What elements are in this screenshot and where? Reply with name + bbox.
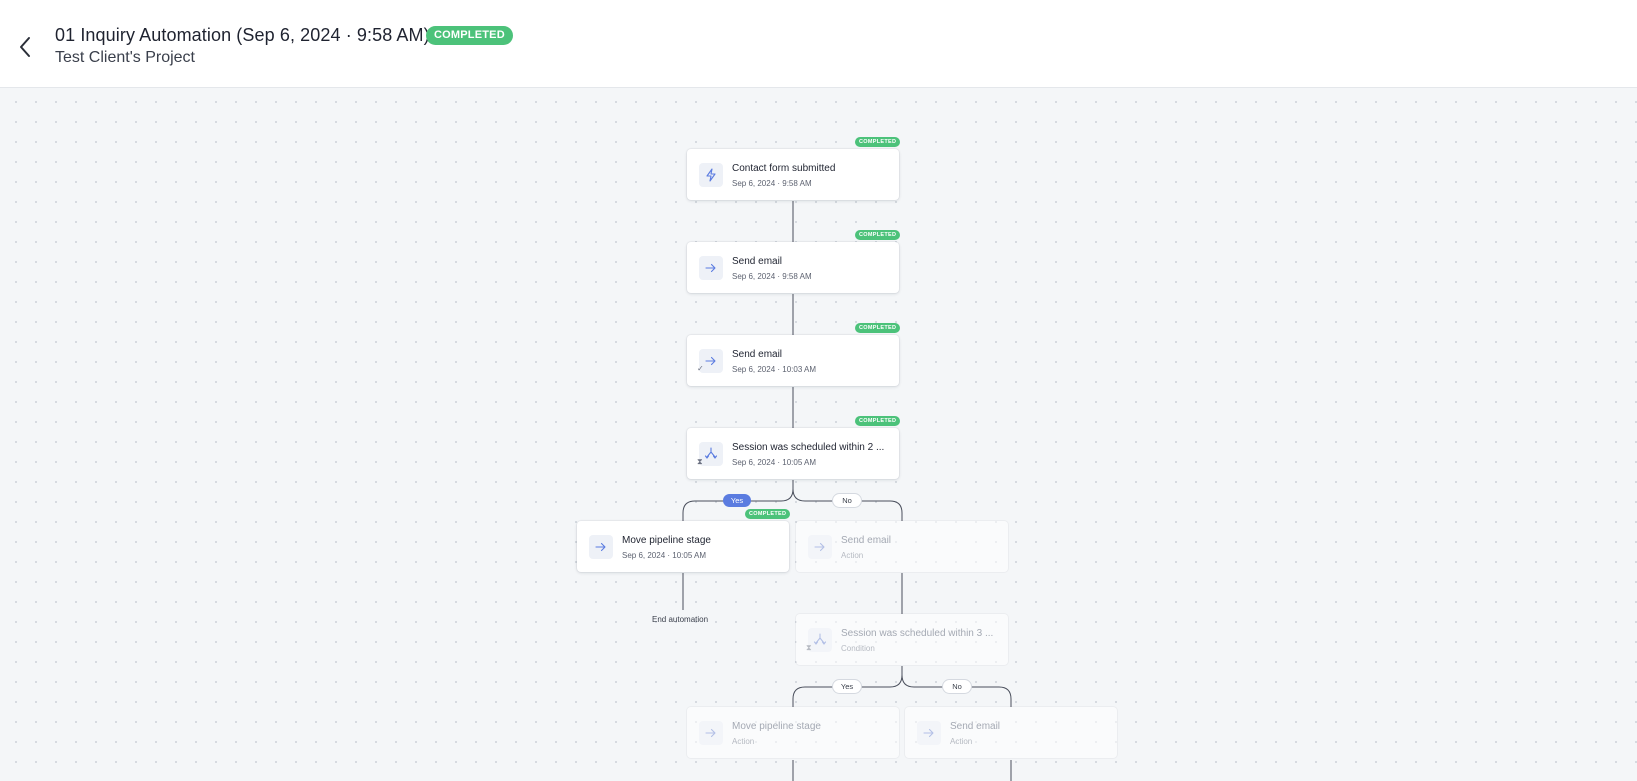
- arrow-right-icon: [814, 542, 825, 552]
- node-timestamp: Sep 6, 2024 · 9:58 AM: [732, 272, 812, 281]
- node-title: Session was scheduled within 2 ...: [732, 442, 885, 453]
- branch-no-pill[interactable]: No: [833, 494, 861, 507]
- icon-box: [699, 721, 723, 745]
- node-timestamp: Sep 6, 2024 · 10:05 AM: [622, 551, 707, 560]
- hourglass-icon: ⧗: [806, 643, 812, 652]
- check-icon: ✓: [697, 364, 704, 373]
- action-node-move-pipeline[interactable]: Move pipeline stage Sep 6, 2024 · 10:05 …: [577, 521, 789, 572]
- node-type: Action: [950, 737, 973, 746]
- arrow-right-icon: [705, 728, 716, 738]
- branch-yes-pill[interactable]: Yes: [723, 494, 751, 507]
- node-timestamp: Sep 6, 2024 · 10:03 AM: [732, 365, 817, 374]
- hourglass-icon: ⧗: [697, 457, 703, 466]
- node-type: Action: [732, 737, 755, 746]
- node-title: Send email: [950, 721, 1001, 732]
- node-title: Session was scheduled within 3 ...: [841, 628, 994, 639]
- icon-box: [589, 535, 613, 559]
- action-node-move-pipeline-pending[interactable]: Move pipeline stage Action: [687, 707, 899, 758]
- action-node-send-email[interactable]: ✓ Send email Sep 6, 2024 · 10:03 AM: [687, 335, 899, 386]
- condition-node-session-scheduled[interactable]: ⧗ Session was scheduled within 2 ... Sep…: [687, 428, 899, 479]
- arrow-right-icon: [595, 542, 606, 552]
- chevron-left-icon: [20, 37, 30, 57]
- branch-yes-pill[interactable]: Yes: [833, 680, 861, 693]
- project-name: Test Client's Project: [55, 49, 195, 66]
- branch-icon: [704, 447, 718, 459]
- node-status-badge: COMPLETED: [855, 137, 901, 147]
- node-timestamp: Sep 6, 2024 · 10:05 AM: [732, 458, 817, 467]
- branch-no-pill[interactable]: No: [943, 680, 971, 693]
- node-title: Send email: [732, 349, 783, 360]
- icon-box: [808, 535, 832, 559]
- icon-box: [699, 163, 723, 187]
- page-title: 01 Inquiry Automation (Sep 6, 2024 · 9:5…: [55, 25, 430, 45]
- node-status-badge: COMPLETED: [855, 230, 901, 240]
- lightning-icon: [706, 168, 716, 182]
- action-node-send-email[interactable]: Send email Sep 6, 2024 · 9:58 AM: [687, 242, 899, 293]
- node-timestamp: Sep 6, 2024 · 9:58 AM: [732, 179, 812, 188]
- node-title: Send email: [841, 535, 892, 546]
- branch-icon: [813, 633, 827, 645]
- node-status-badge: COMPLETED: [855, 416, 901, 426]
- arrow-right-icon: [705, 356, 716, 366]
- node-title: Contact form submitted: [732, 163, 836, 174]
- page-header: 01 Inquiry Automation (Sep 6, 2024 · 9:5…: [0, 0, 1637, 88]
- node-type: Condition: [841, 644, 875, 653]
- trigger-node-contact-form[interactable]: Contact form submitted Sep 6, 2024 · 9:5…: [687, 149, 899, 200]
- icon-box: [917, 721, 941, 745]
- node-status-badge: COMPLETED: [745, 509, 791, 519]
- status-badge: COMPLETED: [426, 26, 513, 45]
- action-node-send-email-pending[interactable]: Send email Action: [796, 521, 1008, 572]
- node-title: Move pipeline stage: [622, 535, 711, 546]
- node-status-badge: COMPLETED: [855, 323, 901, 333]
- node-title: Send email: [732, 256, 783, 267]
- node-title: Move pipeline stage: [732, 721, 821, 732]
- node-type: Action: [841, 551, 864, 560]
- end-automation-label: End automation: [652, 615, 709, 624]
- icon-box: [699, 256, 723, 280]
- arrow-right-icon: [923, 728, 934, 738]
- arrow-right-icon: [705, 263, 716, 273]
- action-node-send-email-pending[interactable]: Send email Action: [905, 707, 1117, 758]
- condition-node-session-scheduled-pending[interactable]: ⧗ Session was scheduled within 3 ... Con…: [796, 614, 1008, 665]
- back-button[interactable]: [12, 34, 38, 60]
